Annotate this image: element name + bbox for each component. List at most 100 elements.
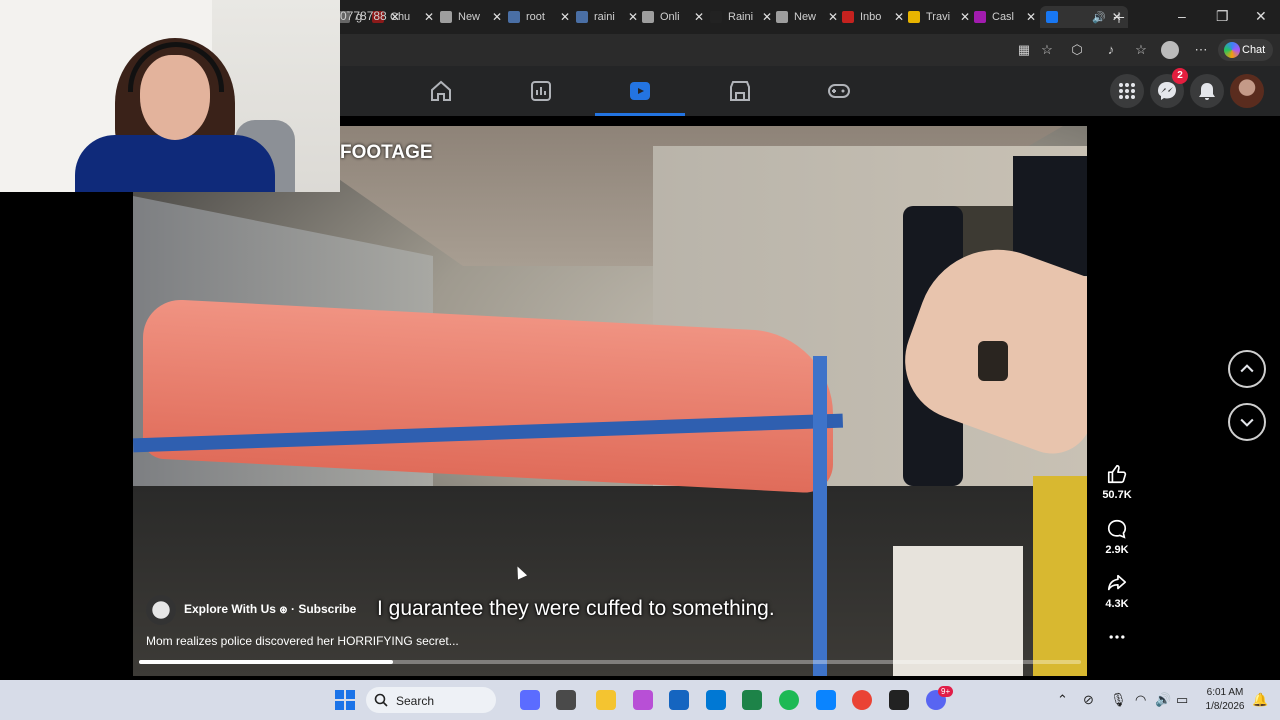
browser-tab[interactable]: raini ✕ <box>576 6 638 28</box>
grid-icon <box>1119 83 1135 99</box>
bell-icon <box>1199 83 1215 100</box>
next-reel-button[interactable] <box>1228 403 1266 441</box>
reel-progress-bar[interactable] <box>139 660 1081 664</box>
new-tab-icon[interactable]: ＋ <box>1112 8 1126 28</box>
tab-title: Casl <box>992 11 1015 23</box>
video-nightstand <box>893 546 1023 676</box>
copilot-chat-button[interactable]: Chat <box>1218 39 1274 61</box>
spotify-icon[interactable] <box>779 690 799 710</box>
home-icon[interactable] <box>428 78 454 104</box>
close-tab-icon[interactable]: ✕ <box>492 10 502 24</box>
like-count: 50.7K <box>1102 489 1132 501</box>
favorite-star-icon[interactable]: ☆ <box>1039 42 1055 58</box>
more-options-button[interactable] <box>1100 620 1134 654</box>
notification-center-icon[interactable]: 🔔 <box>1252 692 1268 708</box>
teams-icon[interactable] <box>633 690 653 710</box>
like-button[interactable] <box>1100 457 1134 491</box>
channel-avatar[interactable] <box>146 595 176 625</box>
share-button[interactable] <box>1100 566 1134 600</box>
taskbar-search-label: Search <box>396 694 435 708</box>
close-tab-icon[interactable]: ✕ <box>424 10 434 24</box>
tab-favicon-icon <box>1046 11 1058 23</box>
github-icon[interactable] <box>889 690 909 710</box>
share-icon <box>1107 574 1127 591</box>
video-bed-post <box>813 356 827 676</box>
subscribe-button[interactable]: Subscribe <box>298 602 356 616</box>
close-tab-icon[interactable]: ✕ <box>894 10 904 24</box>
tab-audio-icon[interactable]: 🔊 <box>1092 11 1106 24</box>
video-watch <box>978 341 1008 381</box>
menu-grid-button[interactable] <box>1110 74 1144 108</box>
close-tab-icon[interactable]: ✕ <box>960 10 970 24</box>
edge-icon[interactable] <box>816 690 836 710</box>
webcam-person-body <box>75 135 275 192</box>
chat-label: Chat <box>1242 44 1266 56</box>
dashboard-icon[interactable] <box>528 78 554 104</box>
url-field[interactable]: 0778788 <box>340 9 387 23</box>
marketplace-icon[interactable] <box>727 78 753 104</box>
notifications-button[interactable] <box>1190 74 1224 108</box>
browser-tab[interactable]: Travi ✕ <box>908 6 970 28</box>
previous-reel-button[interactable] <box>1228 350 1266 388</box>
tab-favicon-icon <box>908 11 920 23</box>
more-menu-icon[interactable]: ⋯ <box>1193 42 1209 58</box>
restore-icon[interactable]: ❐ <box>1216 8 1229 25</box>
copilot-icon <box>1224 42 1240 58</box>
reel-video[interactable] <box>133 126 1087 676</box>
copilot-app-icon[interactable] <box>520 690 540 710</box>
user-avatar[interactable] <box>1230 74 1264 108</box>
chevron-up-tray-icon[interactable]: ⌃ <box>1057 692 1068 708</box>
security-icon[interactable]: ⊘ <box>1083 692 1094 708</box>
more-dots-icon <box>1109 635 1125 639</box>
comment-button[interactable] <box>1100 512 1134 546</box>
close-window-icon[interactable]: ✕ <box>1255 8 1267 25</box>
browser-tab[interactable]: Raini ✕ <box>710 6 772 28</box>
verified-icon: ⊛ <box>279 605 288 616</box>
favorites-icon[interactable]: ☆ <box>1133 42 1149 58</box>
tab-title: New <box>458 11 481 23</box>
comment-count: 2.9K <box>1105 544 1129 556</box>
tab-favicon-icon <box>576 11 588 23</box>
close-tab-icon[interactable]: ✕ <box>762 10 772 24</box>
clock-time[interactable]: 6:01 AM <box>1200 687 1250 698</box>
channel-name[interactable]: Explore With Us <box>184 602 276 616</box>
browser-tab[interactable]: root ✕ <box>508 6 570 28</box>
extensions-icon[interactable]: ⬡ <box>1069 42 1085 58</box>
clock-date[interactable]: 1/8/2026 <box>1200 701 1250 712</box>
tab-favicon-icon <box>710 11 722 23</box>
battery-icon[interactable]: ▭ <box>1176 692 1188 708</box>
browser-tab[interactable]: Onli ✕ <box>642 6 704 28</box>
outlook-icon[interactable] <box>706 690 726 710</box>
browser-tab[interactable]: Inbo ✕ <box>842 6 904 28</box>
minimize-icon[interactable]: – <box>1178 8 1186 24</box>
reels-icon[interactable] <box>627 78 653 104</box>
gaming-icon[interactable] <box>826 78 852 104</box>
apps-icon[interactable]: ▦ <box>1016 42 1032 58</box>
channel-line: Explore With Us ⊛ · Subscribe <box>184 602 356 616</box>
tab-title: Raini <box>728 11 754 23</box>
video-yellow-object <box>1033 476 1087 676</box>
reel-description[interactable]: Mom realizes police discovered her HORRI… <box>146 634 459 648</box>
tab-favicon-icon <box>974 11 986 23</box>
tab-title: Onli <box>660 11 680 23</box>
microphone-icon[interactable]: 🎙 <box>1110 692 1127 708</box>
store-icon[interactable] <box>669 690 689 710</box>
media-icon[interactable]: ♪ <box>1103 42 1119 58</box>
wifi-icon[interactable]: ◠ <box>1135 692 1146 708</box>
start-icon[interactable] <box>335 690 355 710</box>
close-tab-icon[interactable]: ✕ <box>560 10 570 24</box>
close-tab-icon[interactable]: ✕ <box>828 10 838 24</box>
browser-profile-icon[interactable] <box>1161 41 1179 59</box>
chrome-icon[interactable] <box>852 690 872 710</box>
file-explorer-icon[interactable] <box>596 690 616 710</box>
excel-icon[interactable] <box>742 690 762 710</box>
close-tab-icon[interactable]: ✕ <box>628 10 638 24</box>
close-tab-icon[interactable]: ✕ <box>694 10 704 24</box>
volume-icon[interactable]: 🔊 <box>1155 692 1171 708</box>
channel-separator: · <box>290 602 295 616</box>
close-tab-icon[interactable]: ✕ <box>1026 10 1036 24</box>
browser-tab[interactable]: New ✕ <box>776 6 838 28</box>
task-view-icon[interactable] <box>556 690 576 710</box>
browser-tab[interactable]: Casl ✕ <box>974 6 1036 28</box>
browser-tab[interactable]: New ✕ <box>440 6 502 28</box>
